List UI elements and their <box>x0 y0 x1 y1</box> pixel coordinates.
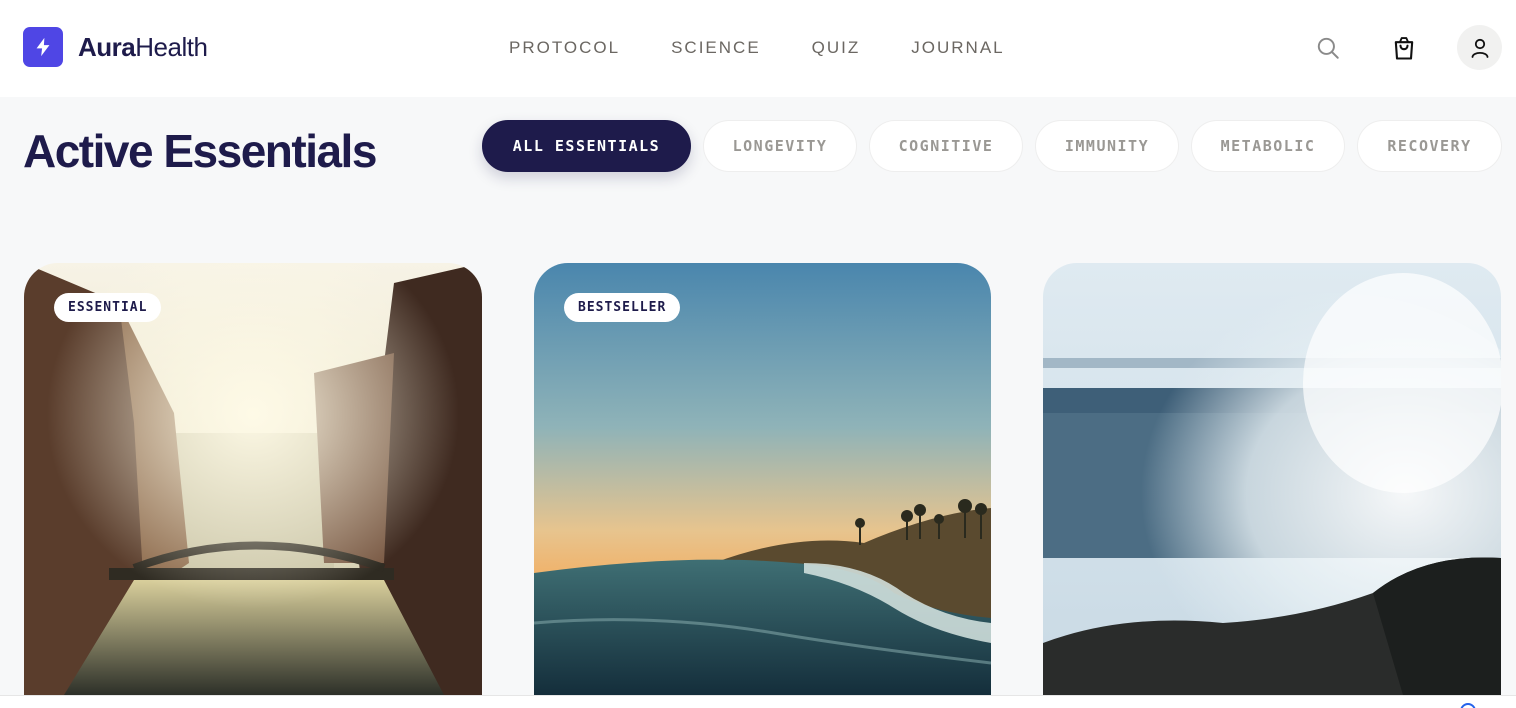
bottom-bar <box>0 695 1516 708</box>
logo-bolt-icon[interactable] <box>23 27 63 67</box>
nav-science[interactable]: SCIENCE <box>671 37 761 59</box>
filter-cognitive[interactable]: COGNITIVE <box>869 120 1023 172</box>
filter-metabolic[interactable]: METABOLIC <box>1191 120 1345 172</box>
product-badge: ESSENTIAL <box>54 293 162 322</box>
nav-quiz[interactable]: QUIZ <box>812 37 861 59</box>
filter-all-essentials[interactable]: ALL ESSENTIALS <box>482 120 691 172</box>
site-header: AuraHealth PROTOCOL SCIENCE QUIZ JOURNAL <box>0 0 1516 97</box>
product-badge: BESTSELLER <box>564 293 681 322</box>
search-button[interactable] <box>1310 30 1346 66</box>
filter-longevity[interactable]: LONGEVITY <box>703 120 857 172</box>
product-image-sunset-wave <box>534 263 991 695</box>
filter-recovery[interactable]: RECOVERY <box>1357 120 1502 172</box>
shopping-bag-icon <box>1394 37 1414 60</box>
account-button[interactable] <box>1457 25 1502 70</box>
lightning-bolt-icon <box>36 37 50 57</box>
brand-name-strong: Aura <box>78 32 136 62</box>
product-image-canal <box>24 263 482 695</box>
nav-journal[interactable]: JOURNAL <box>911 37 1004 59</box>
product-image-crashing-wave <box>1043 263 1501 695</box>
product-card[interactable] <box>1043 263 1501 695</box>
product-card[interactable]: BESTSELLER <box>534 263 991 695</box>
user-icon <box>1471 38 1488 58</box>
search-icon <box>1317 37 1339 59</box>
nav-protocol[interactable]: PROTOCOL <box>509 37 620 59</box>
category-filters: ALL ESSENTIALS LONGEVITY COGNITIVE IMMUN… <box>482 120 1502 172</box>
brand-name-light: Health <box>135 32 208 62</box>
main-nav: PROTOCOL SCIENCE QUIZ JOURNAL <box>509 37 1005 59</box>
cart-button[interactable] <box>1386 30 1422 66</box>
product-card[interactable]: ESSENTIAL <box>24 263 482 695</box>
brand-logo[interactable]: AuraHealth <box>78 31 208 63</box>
filter-immunity[interactable]: IMMUNITY <box>1035 120 1179 172</box>
page-title: Active Essentials <box>23 125 377 177</box>
